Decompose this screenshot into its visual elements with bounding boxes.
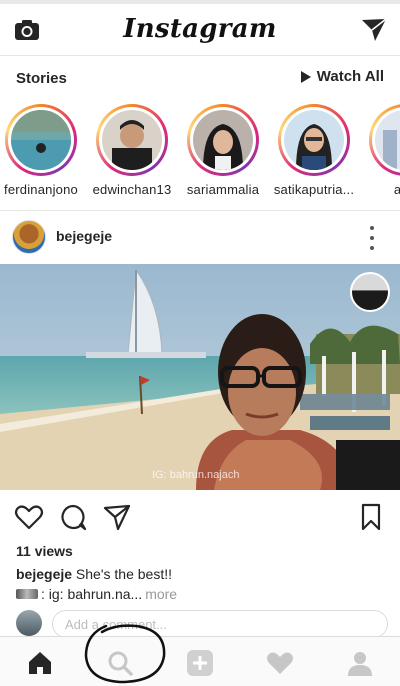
bookmark-icon[interactable] [356, 502, 386, 532]
story-username: and [393, 182, 400, 197]
home-icon[interactable] [26, 649, 54, 677]
stories-title: Stories [16, 70, 67, 87]
story-username: edwinchan13 [92, 182, 172, 197]
story-item[interactable]: and [360, 104, 400, 197]
post-caption: bejegeje She's the best!! [16, 566, 172, 582]
profile-icon[interactable] [346, 649, 374, 677]
caption-username[interactable]: bejegeje [16, 566, 72, 582]
avatar [102, 110, 162, 170]
share-icon[interactable] [102, 502, 132, 532]
story-item[interactable]: satikaputria... [269, 104, 359, 197]
caption-second-line: : ig: bahrun.na... [41, 586, 143, 602]
comment-icon[interactable] [58, 502, 88, 532]
top-bar: Instagram [0, 4, 400, 56]
story-item[interactable]: ferdinanjono [0, 104, 86, 197]
post-video-frame [0, 264, 400, 490]
stories-tray: ferdinanjono edwinchan13 sariammalia sat… [0, 104, 400, 204]
story-ring [278, 104, 350, 176]
video-watermark: IG: bahrun.najach [152, 469, 240, 481]
story-username: satikaputria... [273, 182, 355, 197]
bottom-nav [0, 636, 400, 686]
comment-row [0, 608, 400, 638]
post-username[interactable]: bejegeje [56, 228, 112, 244]
caption-emoji [16, 589, 38, 599]
add-icon[interactable] [186, 649, 214, 677]
story-username: ferdinanjono [4, 182, 78, 197]
more-options-icon[interactable] [362, 226, 382, 250]
divider [0, 210, 400, 211]
post-actions [0, 498, 400, 538]
watch-all-label: Watch All [316, 68, 384, 85]
comment-input[interactable] [52, 610, 388, 638]
story-item[interactable]: edwinchan13 [87, 104, 177, 197]
heart-icon[interactable] [14, 502, 44, 532]
stories-header: Stories Watch All [0, 62, 400, 96]
avatar [193, 110, 253, 170]
pip-avatar [350, 272, 390, 312]
activity-heart-icon[interactable] [266, 649, 294, 677]
story-username: sariammalia [186, 182, 260, 197]
app-logo: Instagram [123, 14, 277, 44]
avatar [375, 110, 400, 170]
play-icon [300, 70, 311, 83]
avatar[interactable] [12, 220, 46, 254]
post-media[interactable]: IG: bahrun.najach [0, 264, 400, 490]
view-count[interactable]: 11 views [16, 543, 73, 559]
more-link[interactable]: more [145, 586, 177, 602]
avatar [11, 110, 71, 170]
post-caption-more: : ig: bahrun.na... more [16, 586, 177, 602]
avatar [16, 610, 42, 636]
post-header: bejegeje [0, 212, 400, 262]
caption-text: She's the best!! [72, 566, 172, 582]
story-ring [187, 104, 259, 176]
story-ring [96, 104, 168, 176]
story-ring [369, 104, 400, 176]
search-icon[interactable] [106, 649, 134, 677]
avatar [284, 110, 344, 170]
direct-send-icon[interactable] [361, 17, 387, 43]
watch-all-button[interactable]: Watch All [300, 68, 384, 85]
story-ring [5, 104, 77, 176]
story-item[interactable]: sariammalia [178, 104, 268, 197]
